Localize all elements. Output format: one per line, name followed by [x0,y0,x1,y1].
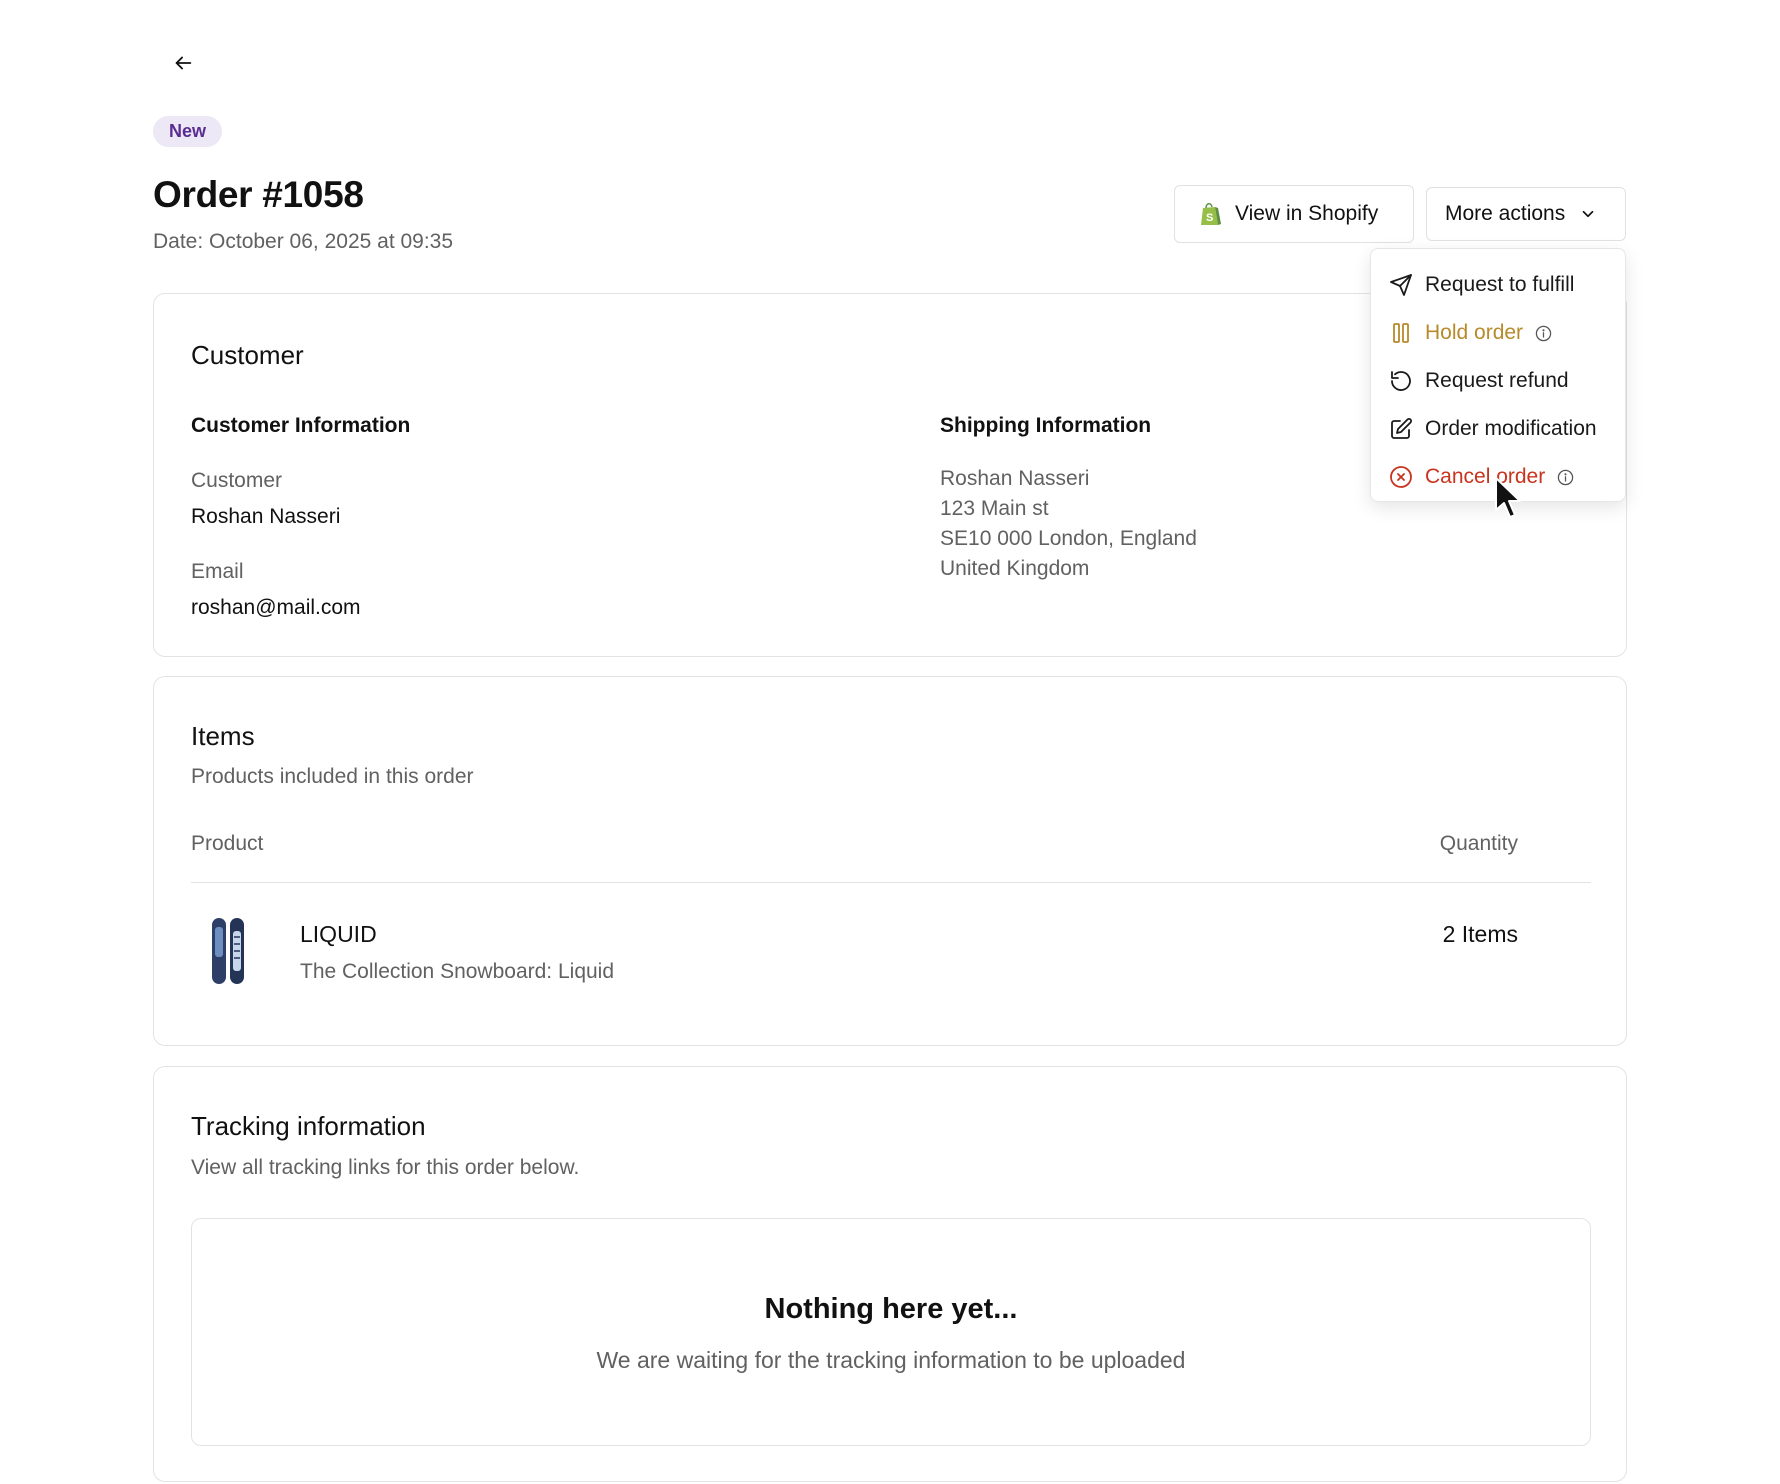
order-page: New Order #1058 Date: October 06, 2025 a… [0,0,1780,1484]
menu-item-request-fulfill[interactable]: Request to fulfill [1371,261,1625,309]
shipping-line: Roshan Nasseri [940,467,1090,490]
product-quantity: 2 Items [1442,921,1518,947]
product-name: LIQUID [300,921,377,947]
info-icon[interactable] [1557,469,1574,486]
customer-email: roshan@mail.com [191,596,361,619]
customer-info-heading: Customer Information [191,414,411,437]
email-label: Email [191,560,244,583]
svg-text:S: S [1206,212,1213,224]
more-actions-button[interactable]: More actions [1426,187,1626,241]
menu-item-label: Request to fulfill [1425,273,1575,296]
shopify-bag-icon: S [1201,203,1221,225]
product-thumbnail [212,918,244,984]
pause-icon [1393,323,1409,343]
customer-name: Roshan Nasseri [191,505,341,528]
column-header-product: Product [191,832,264,855]
arrow-left-icon [175,56,192,70]
info-icon[interactable] [1535,325,1552,342]
product-description: The Collection Snowboard: Liquid [300,960,615,983]
send-icon [1390,274,1412,296]
items-card: Items Products included in this order Pr… [153,676,1627,1046]
mouse-cursor-icon [1495,477,1521,518]
menu-item-label: Cancel order [1425,465,1546,488]
refresh-icon [1391,371,1411,391]
tracking-card: Tracking information View all tracking l… [153,1066,1627,1482]
shipping-address: Roshan Nasseri 123 Main st SE10 000 Lond… [940,464,1197,584]
menu-item-label: Request refund [1425,369,1569,392]
page-title: Order #1058 [153,174,364,215]
back-button[interactable] [166,46,200,80]
column-header-quantity: Quantity [1439,832,1518,855]
menu-item-request-refund[interactable]: Request refund [1371,357,1625,405]
x-circle-icon [1390,466,1412,488]
menu-item-order-modification[interactable]: Order modification [1371,405,1625,453]
empty-state-subtitle: We are waiting for the tracking informat… [596,1347,1186,1373]
view-in-shopify-button[interactable]: S View in Shopify [1174,185,1414,243]
shipping-line: United Kingdom [940,557,1090,580]
chevron-down-icon [1582,210,1594,218]
more-actions-menu: Request to fulfill Hold order Request re… [1370,248,1626,502]
menu-item-label: Hold order [1425,321,1524,344]
status-badge: New [153,116,223,147]
customer-label: Customer [191,469,283,492]
empty-state-title: Nothing here yet... [764,1293,1018,1325]
menu-item-label: Order modification [1425,417,1597,440]
items-card-title: Items [191,721,255,751]
tracking-card-subtitle: View all tracking links for this order b… [191,1156,580,1179]
view-in-shopify-label: View in Shopify [1235,202,1379,225]
empty-state: Nothing here yet... We are waiting for t… [191,1218,1591,1446]
customer-card-title: Customer [191,340,304,370]
items-card-subtitle: Products included in this order [191,765,474,788]
menu-item-hold-order[interactable]: Hold order [1371,309,1625,357]
shipping-info-heading: Shipping Information [940,414,1152,437]
shipping-line: 123 Main st [940,497,1049,520]
table-divider [191,882,1591,883]
more-actions-label: More actions [1445,202,1566,225]
shipping-line: SE10 000 London, England [940,527,1197,550]
tracking-card-title: Tracking information [191,1111,426,1141]
edit-icon [1391,418,1412,439]
order-date: Date: October 06, 2025 at 09:35 [153,230,454,253]
